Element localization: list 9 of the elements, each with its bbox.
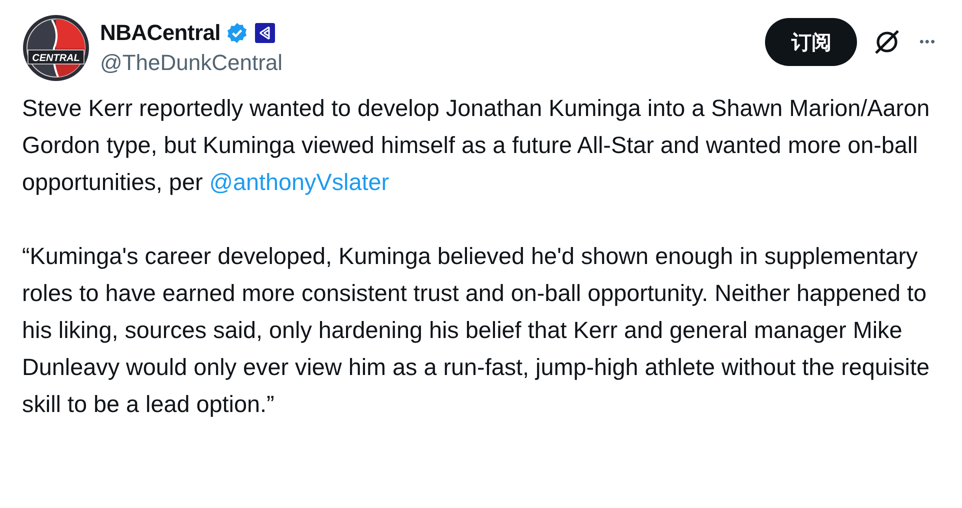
affiliate-badge-icon [254, 22, 276, 44]
account-handle[interactable]: @TheDunkCentral [100, 50, 283, 76]
post-paragraph: “Kuminga's career developed, Kuminga believed he'd shown enough in supplementary roles to have earned more consistent trust and on-ball opportunity. Neither happened to his liking, sources said, only hardening his belief that Kerr and general manager Mike Dunleavy would only ever view him as a run-fast, jump-high athlete without the requisite skill to be a lead option.” [22, 242, 930, 419]
slashed-circle-icon[interactable] [873, 28, 902, 56]
subscribe-button[interactable]: 订阅 [765, 18, 858, 66]
avatar-logo: CENTRAL [22, 14, 90, 82]
post-paragraph: Steve Kerr reportedly wanted to develop Jonathan Kuminga into a Shawn Marion/Aaron Gordon type, but Kuminga viewed himself as a future All-Star and wanted more on-ball opportunities, per @anthonyVslater [22, 94, 931, 197]
account-name[interactable]: NBACentral [100, 20, 220, 46]
more-options-button[interactable]: ••• [915, 34, 940, 48]
